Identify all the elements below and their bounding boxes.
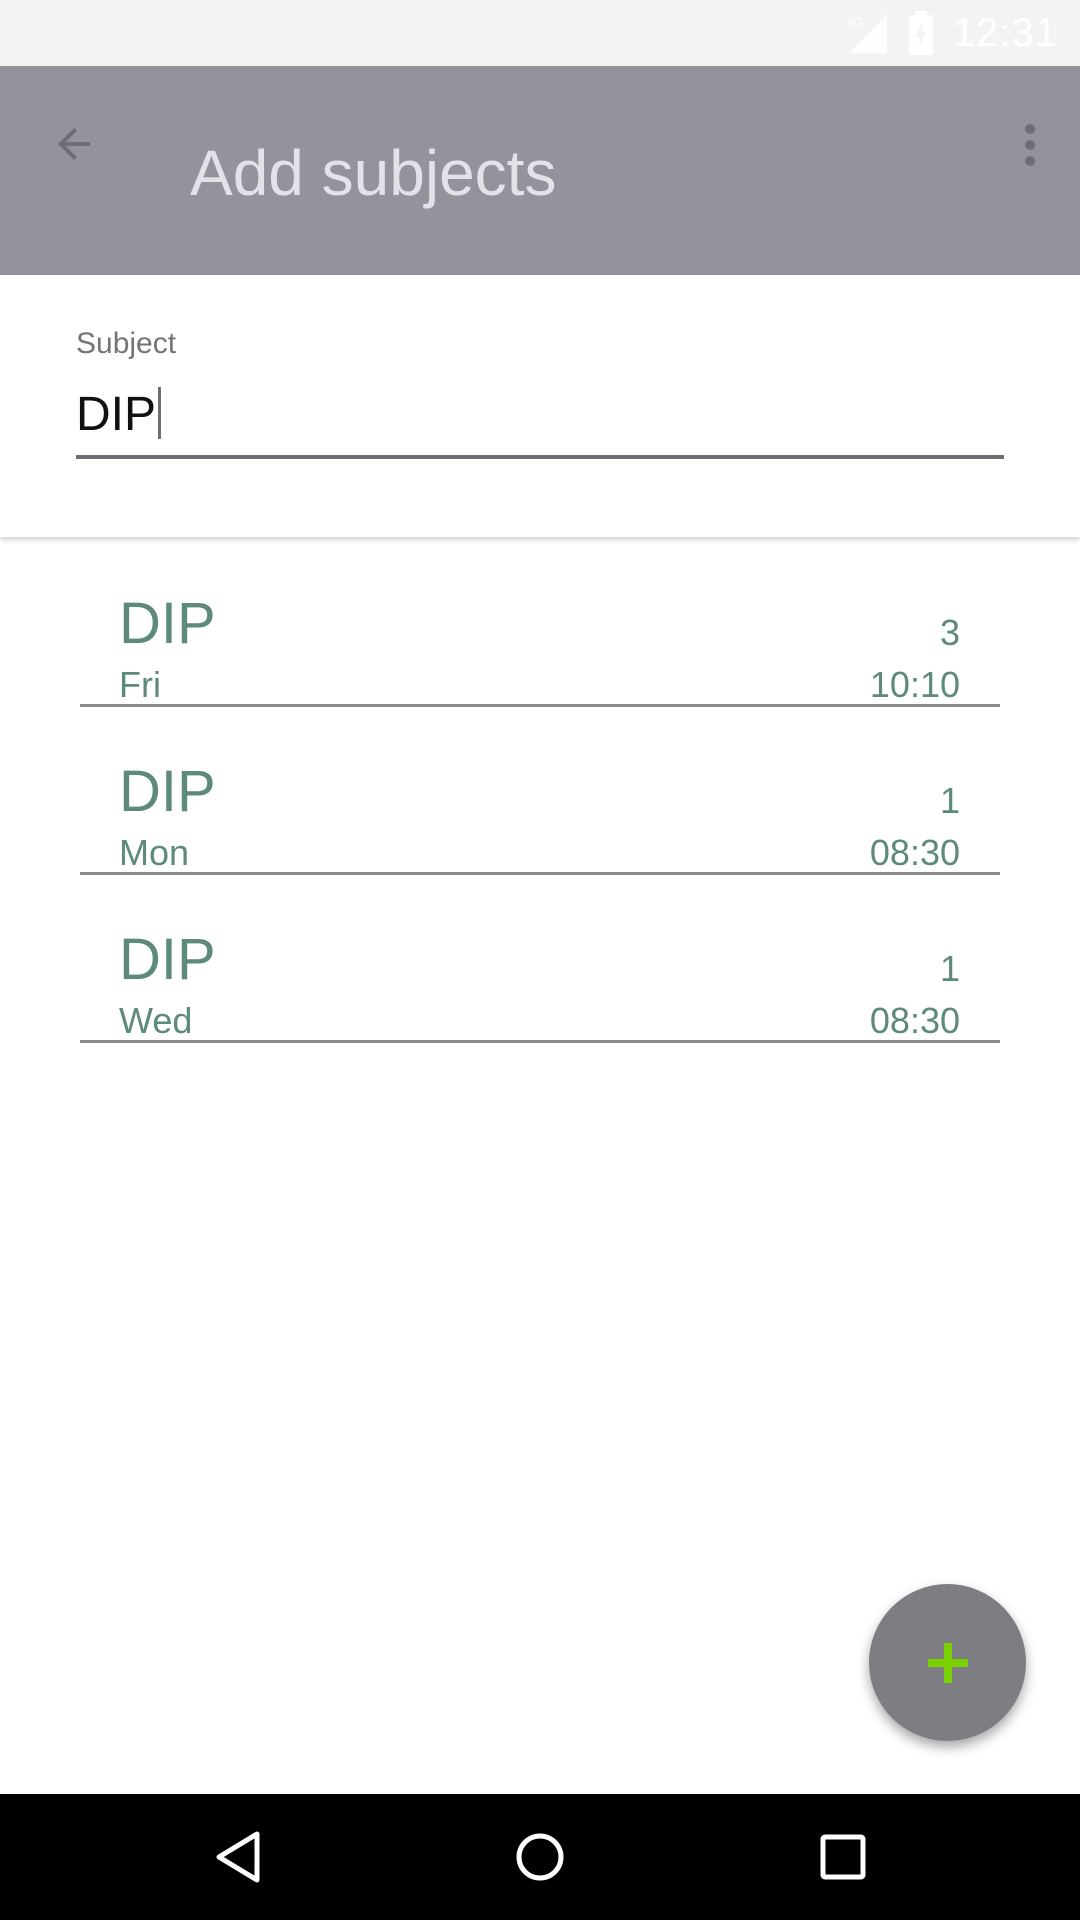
subject-day: Fri bbox=[119, 664, 161, 705]
nav-back-button[interactable] bbox=[203, 1822, 273, 1892]
nav-back-icon bbox=[216, 1831, 260, 1883]
list-divider bbox=[80, 1040, 1000, 1043]
subject-time: 10:10 bbox=[869, 664, 960, 705]
screen: 3G 12:31 Add subjects Subject DIP DIP 3 … bbox=[0, 0, 1080, 1920]
list-item[interactable]: DIP 1 Mon 08:30 bbox=[80, 748, 1000, 914]
status-icons: 3G 12:31 bbox=[845, 8, 1058, 58]
system-nav-bar bbox=[0, 1794, 1080, 1920]
subject-name: DIP bbox=[119, 591, 216, 656]
text-caret bbox=[158, 387, 162, 440]
nav-recents-button[interactable] bbox=[808, 1822, 878, 1892]
subject-name: DIP bbox=[119, 927, 216, 992]
subject-list: DIP 3 Fri 10:10 DIP 1 Mon 08:30 DIP 1 We… bbox=[80, 580, 1000, 1084]
subject-field-label: Subject bbox=[76, 327, 177, 360]
add-subject-button[interactable] bbox=[869, 1584, 1026, 1741]
more-vert-icon bbox=[1025, 124, 1035, 166]
list-item[interactable]: DIP 1 Wed 08:30 bbox=[80, 916, 1000, 1082]
nav-recents-icon bbox=[820, 1834, 866, 1880]
subject-day: Mon bbox=[119, 832, 190, 873]
page-title: Add subjects bbox=[190, 137, 557, 209]
subject-day: Wed bbox=[119, 1000, 193, 1041]
status-time: 12:31 bbox=[952, 10, 1058, 55]
nav-home-button[interactable] bbox=[505, 1822, 575, 1892]
subject-count: 1 bbox=[939, 780, 960, 821]
subject-input-value: DIP bbox=[76, 387, 162, 443]
subject-input[interactable]: DIP bbox=[76, 375, 1004, 459]
back-button[interactable] bbox=[40, 110, 108, 178]
list-divider bbox=[80, 872, 1000, 875]
subject-input-card: Subject DIP bbox=[0, 275, 1080, 537]
subject-input-text: DIP bbox=[76, 388, 157, 441]
signal-icon: 3G bbox=[845, 14, 887, 53]
network-type-label: 3G bbox=[845, 14, 864, 30]
subject-name: DIP bbox=[119, 759, 216, 824]
nav-home-icon bbox=[516, 1833, 564, 1881]
status-bar: 3G 12:31 bbox=[0, 0, 1080, 66]
list-item[interactable]: DIP 3 Fri 10:10 bbox=[80, 580, 1000, 746]
arrow-back-icon bbox=[58, 128, 90, 160]
more-options-button[interactable] bbox=[1000, 110, 1060, 180]
subject-time: 08:30 bbox=[869, 1000, 960, 1041]
subject-time: 08:30 bbox=[869, 832, 960, 873]
battery-icon bbox=[908, 11, 933, 55]
app-toolbar: Add subjects bbox=[0, 66, 1080, 275]
subject-count: 1 bbox=[939, 948, 960, 989]
list-divider bbox=[80, 704, 1000, 707]
plus-icon bbox=[927, 1642, 968, 1683]
subject-count: 3 bbox=[939, 612, 960, 653]
